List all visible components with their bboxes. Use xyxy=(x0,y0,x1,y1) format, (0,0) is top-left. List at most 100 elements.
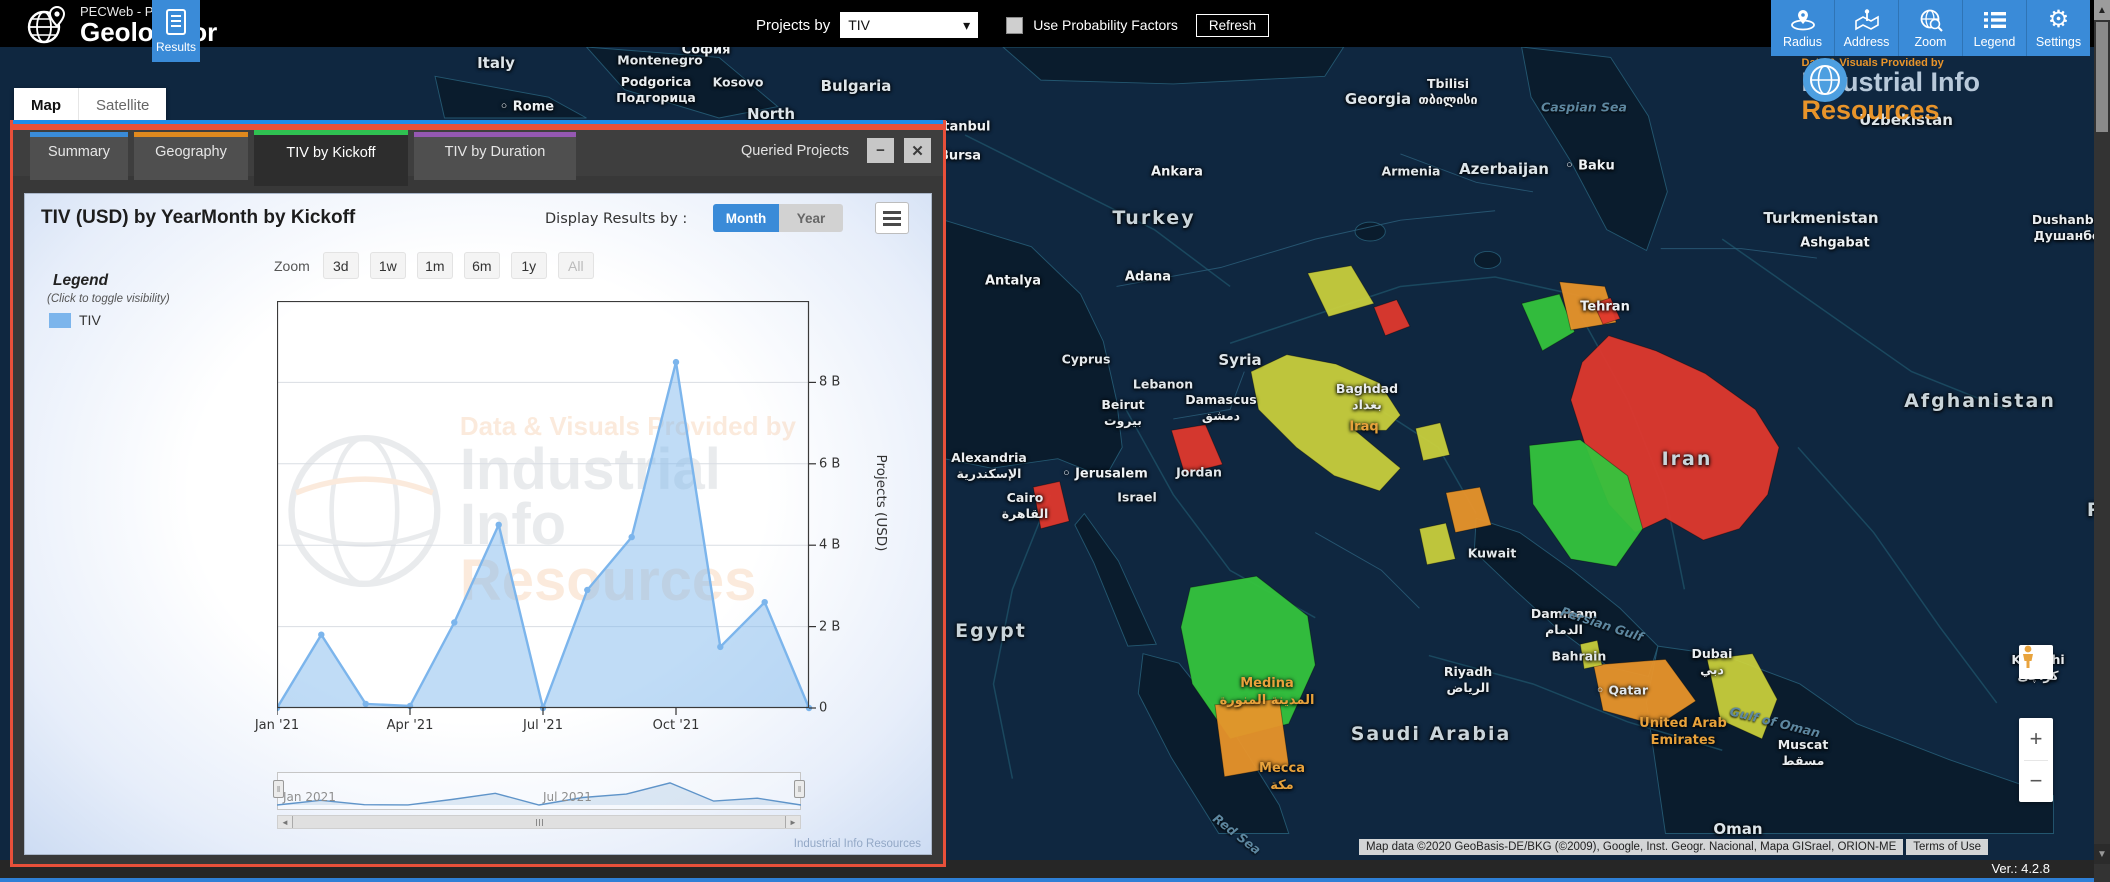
map-label: Syria xyxy=(1218,351,1261,369)
map-label: Ashgabat xyxy=(1800,236,1869,251)
projects-by-value: TIV xyxy=(848,17,870,33)
map-label: ◦ Qatar xyxy=(1596,683,1648,698)
chart-zoom-label: Zoom xyxy=(274,258,310,274)
tab-label: TIV by Duration xyxy=(445,144,546,160)
results-report-icon xyxy=(166,9,186,35)
tab-accent xyxy=(134,132,248,137)
zoom-label: Zoom xyxy=(1915,35,1947,49)
terms-of-use-link[interactable]: Terms of Use xyxy=(1906,839,1988,855)
close-icon[interactable]: ✕ xyxy=(904,138,931,163)
chart-zoom-3d-button[interactable]: 3d xyxy=(323,252,359,279)
legend-item-tiv[interactable]: TIV xyxy=(49,312,101,328)
chart-zoom-1w-button[interactable]: 1w xyxy=(370,252,406,279)
results-label: Results xyxy=(156,40,196,54)
pegman-button[interactable] xyxy=(2019,645,2053,679)
map-label: Muscat مسقط xyxy=(1778,737,1829,770)
map-label: Alexandria الإسكندرية xyxy=(951,450,1027,483)
chart-zoom-6m-button[interactable]: 6m xyxy=(464,252,500,279)
year-toggle-button[interactable]: Year xyxy=(779,204,843,232)
tab-accent xyxy=(414,132,576,137)
map-label: Saudi Arabia xyxy=(1351,723,1512,745)
map-label: Tehran xyxy=(1580,300,1630,315)
dialog-tabs: SummaryGeographyTIV by KickoffTIV by Dur… xyxy=(30,132,576,176)
region-polygon-border-spot[interactable] xyxy=(1416,423,1450,461)
region-polygon-east-turkey[interactable] xyxy=(1308,266,1374,317)
results-button[interactable]: Results xyxy=(152,0,200,62)
refresh-button[interactable]: Refresh xyxy=(1196,14,1269,37)
map-label: Dushanbe Душанбе xyxy=(2032,212,2102,245)
probability-checkbox[interactable] xyxy=(1006,17,1023,34)
tab-geography[interactable]: Geography xyxy=(134,132,248,180)
map-label: Baghdad بغداد xyxy=(1336,381,1398,414)
y-tick-label: 2 B xyxy=(819,619,840,634)
map-type-satellite-button[interactable]: Satellite xyxy=(78,88,166,122)
probability-label: Use Probability Factors xyxy=(1033,17,1178,33)
map-label: United Arab Emirates xyxy=(1639,716,1727,750)
map-type-map-button[interactable]: Map xyxy=(14,88,78,122)
tab-tiv-by-kickoff[interactable]: TIV by Kickoff xyxy=(254,130,408,186)
map-label: Riyadh الرياض xyxy=(1444,664,1492,697)
map-label: Damascus دمشق xyxy=(1185,392,1256,425)
scroll-right-icon[interactable]: ► xyxy=(786,816,800,828)
tab-label: Summary xyxy=(48,144,110,160)
gear-icon: ⚙ xyxy=(2048,8,2070,32)
region-polygon-van[interactable] xyxy=(1374,300,1410,336)
map-label: Georgia xyxy=(1345,90,1411,108)
projects-by-select[interactable]: TIV ▾ xyxy=(840,12,978,38)
region-polygon-kuwait[interactable] xyxy=(1446,487,1491,532)
navigator-right-handle[interactable]: ‖ xyxy=(794,780,805,798)
chart-zoom-1y-button[interactable]: 1y xyxy=(511,252,547,279)
region-polygon-south-kuwait[interactable] xyxy=(1419,523,1455,565)
minimize-button[interactable]: − xyxy=(867,138,894,163)
tab-summary[interactable]: Summary xyxy=(30,132,128,180)
scroll-up-icon[interactable]: ▲ xyxy=(2094,0,2110,20)
zoom-button[interactable]: Zoom xyxy=(1899,0,1963,56)
legend-button[interactable]: Legend xyxy=(1963,0,2027,56)
map-zoom-in-button[interactable]: + xyxy=(2019,718,2053,760)
month-toggle-button[interactable]: Month xyxy=(713,204,779,232)
app-root: Italy◦ RomeMontenegroPodgorica Подгорица… xyxy=(0,0,2110,882)
chart-scrollbar: ◄ ► xyxy=(277,815,801,829)
map-type-control: Map Satellite xyxy=(14,88,166,122)
dialog-titlebar[interactable]: SummaryGeographyTIV by KickoffTIV by Dur… xyxy=(13,130,943,176)
legend-hint: (Click to toggle visibility) xyxy=(47,293,170,305)
legend-title: Legend xyxy=(53,272,108,290)
chart-menu-icon[interactable] xyxy=(875,202,909,234)
map-label: Armenia xyxy=(1382,164,1441,179)
vertical-scrollbar[interactable]: ▲ ▼ xyxy=(2094,0,2110,882)
chart-zoom-1m-button[interactable]: 1m xyxy=(417,252,453,279)
vscroll-thumb[interactable] xyxy=(2096,22,2108,132)
map-attribution: Map data ©2020 GeoBasis-DE/BKG (©2009), … xyxy=(1359,839,1988,855)
settings-button[interactable]: ⚙ Settings xyxy=(2027,0,2090,56)
map-label: Kuwait xyxy=(1468,546,1517,561)
iir-logo: Data & Visuals Provided by Industrial In… xyxy=(1802,57,1981,124)
scroll-thumb[interactable] xyxy=(292,816,786,828)
map-label: Oman xyxy=(1713,820,1762,838)
map-label: Afghanistan xyxy=(1904,390,2056,412)
map-label: ◦ Rome xyxy=(500,100,554,115)
tab-label: TIV by Kickoff xyxy=(286,145,375,161)
address-button[interactable]: Address xyxy=(1835,0,1899,56)
queried-projects-dialog: Summary Geography TIV by Kickoff TIV by Dur… xyxy=(10,120,946,867)
y-axis-title: Projects (USD) xyxy=(873,455,889,552)
map-label: Antalya xyxy=(985,274,1041,289)
x-tick-label: Oct '21 xyxy=(653,718,700,733)
version-label: Ver.: 4.2.8 xyxy=(1991,861,2050,876)
map-label: Cairo القاهرة xyxy=(1002,490,1049,523)
scroll-left-icon[interactable]: ◄ xyxy=(278,816,292,828)
map-zoom-out-button[interactable]: − xyxy=(2019,761,2053,803)
tiv-area-chart[interactable] xyxy=(277,301,819,721)
map-label: Egypt xyxy=(955,620,1027,642)
map-label: Caspian Sea xyxy=(1541,100,1627,115)
map-label: Cyprus xyxy=(1062,352,1111,367)
chart-zoom-all-button[interactable]: All xyxy=(558,252,594,279)
scroll-down-icon[interactable]: ▼ xyxy=(2094,844,2110,864)
display-results-label: Display Results by : xyxy=(545,211,687,227)
map-label: Mecca مكة xyxy=(1259,761,1305,795)
radius-button[interactable]: Radius xyxy=(1771,0,1835,56)
map-label: Azerbaijan xyxy=(1459,160,1549,178)
legend-series-label: TIV xyxy=(79,312,101,328)
chart-navigator[interactable] xyxy=(277,772,801,810)
tab-tiv-by-duration[interactable]: TIV by Duration xyxy=(414,132,576,180)
app-header: PECWeb - Project Geolocator Results Proj… xyxy=(0,0,2110,47)
